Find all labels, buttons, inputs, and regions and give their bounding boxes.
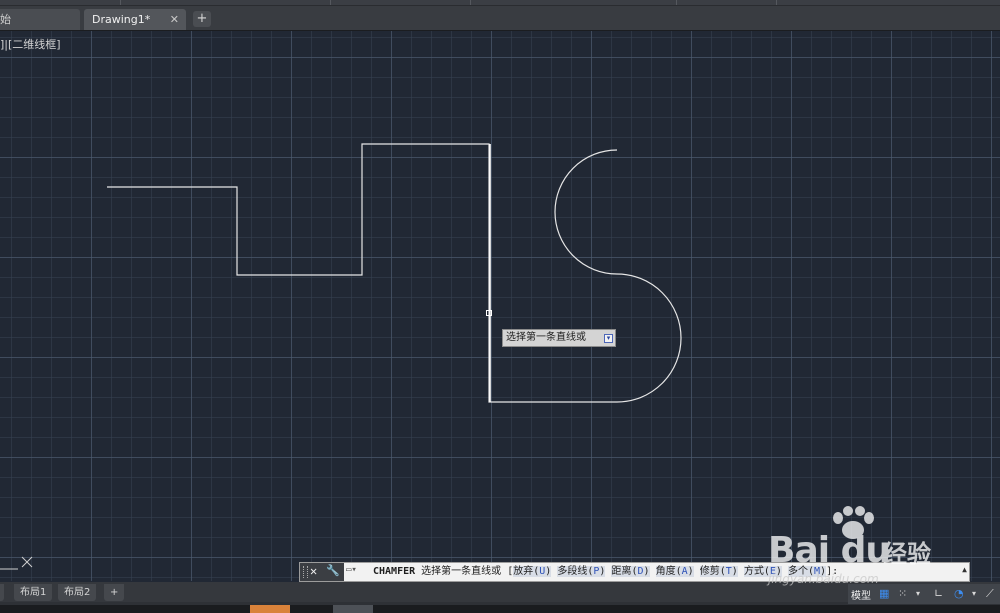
- baidu-watermark: Bai du 经验 jingyan.baidu.com: [768, 506, 948, 586]
- chevron-down-icon[interactable]: ▾: [916, 589, 920, 598]
- add-layout-button[interactable]: +: [104, 584, 125, 601]
- tab-drawing1-label: Drawing1*: [92, 13, 151, 26]
- dynamic-input-tooltip: 选择第一条直线或 ▾: [502, 329, 616, 347]
- polar-icon[interactable]: ◔: [954, 587, 964, 600]
- tab-model[interactable]: [0, 584, 4, 601]
- ribbon-separator: [676, 0, 677, 5]
- status-bar: 模型 ▦ ⁙ ▾ ∟ ◔ ▾ ⟋: [848, 584, 1000, 604]
- recent-commands-icon[interactable]: ▭▾: [346, 565, 366, 579]
- model-space-toggle[interactable]: 模型: [851, 587, 871, 602]
- command-name: CHAMFER: [373, 566, 416, 577]
- option-distance[interactable]: 距离(D): [611, 566, 650, 577]
- tab-start[interactable]: 始: [0, 9, 80, 30]
- ortho-icon[interactable]: ∟: [934, 587, 943, 600]
- ribbon-separator: [470, 0, 471, 5]
- tab-layout2[interactable]: 布局2: [58, 584, 97, 601]
- option-angle[interactable]: 角度(A): [655, 566, 694, 577]
- osnap-icon[interactable]: ⟋: [986, 587, 994, 601]
- close-icon[interactable]: ✕: [170, 9, 179, 30]
- wrench-icon[interactable]: 🔧: [326, 564, 340, 577]
- snap-icon[interactable]: ⁙: [898, 587, 907, 600]
- tab-start-label: 始: [0, 13, 11, 26]
- file-tab-bar: 始 Drawing1* ✕ +: [0, 6, 1000, 31]
- taskbar-item[interactable]: [333, 605, 373, 613]
- viewport-controls-label[interactable]: ]|[二维线框]: [0, 36, 61, 52]
- watermark-url: jingyan.baidu.com: [768, 572, 879, 586]
- ribbon-separator: [120, 0, 121, 5]
- tab-layout1[interactable]: 布局1: [14, 584, 53, 601]
- tooltip-text: 选择第一条直线或: [506, 332, 586, 343]
- watermark-logo: Bai du: [768, 530, 891, 571]
- drag-grip-icon[interactable]: [303, 566, 308, 578]
- option-polyline[interactable]: 多段线(P): [557, 566, 606, 577]
- command-prompt: 选择第一条直线或 [: [415, 566, 514, 577]
- chevron-down-icon[interactable]: ▾: [972, 589, 976, 598]
- option-trim[interactable]: 修剪(T): [699, 566, 738, 577]
- tooltip-dropdown-icon[interactable]: ▾: [604, 334, 613, 343]
- close-icon[interactable]: ✕: [310, 564, 317, 578]
- scroll-up-icon[interactable]: ▲: [962, 565, 967, 574]
- ribbon-separator: [776, 0, 777, 5]
- taskbar-strip: [0, 605, 1000, 613]
- tab-drawing1[interactable]: Drawing1* ✕: [84, 9, 186, 30]
- taskbar-item[interactable]: [250, 605, 290, 613]
- grid-icon[interactable]: ▦: [879, 587, 889, 600]
- option-undo[interactable]: 放弃(U): [513, 566, 552, 577]
- watermark-cn: 经验: [883, 540, 931, 568]
- command-line-handle: ✕ 🔧: [300, 563, 344, 581]
- ribbon-separator: [330, 0, 331, 5]
- ucs-icon: [0, 556, 33, 570]
- drawing-canvas[interactable]: [0, 31, 1000, 581]
- new-tab-button[interactable]: +: [193, 11, 211, 27]
